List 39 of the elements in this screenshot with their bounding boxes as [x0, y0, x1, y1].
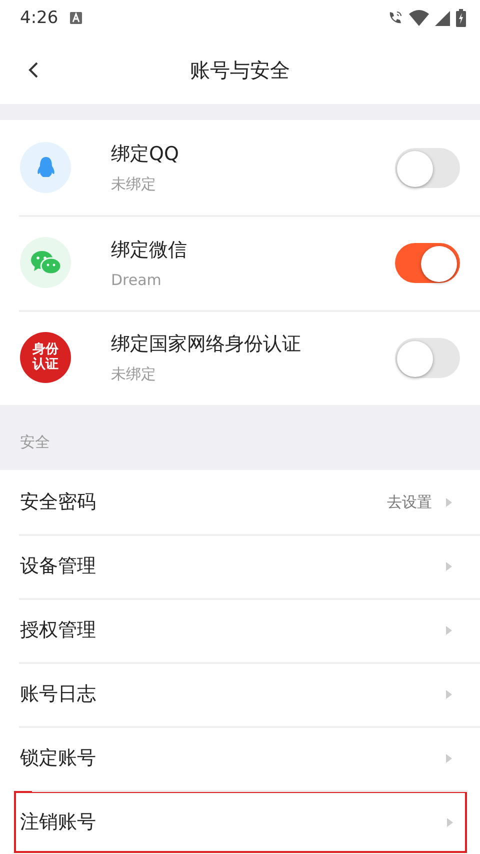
- menu-item[interactable]: 锁定账号: [0, 726, 480, 790]
- chat-bubbles-icon: [30, 250, 60, 276]
- item-label: 安全密码: [20, 490, 97, 515]
- penguin-icon: [36, 156, 56, 178]
- menu-item[interactable]: 账号日志: [0, 662, 480, 726]
- battery-icon: [456, 9, 466, 27]
- item-value: 去设置: [387, 492, 432, 512]
- toggle-switch[interactable]: [395, 242, 460, 282]
- item-label: 授权管理: [20, 618, 97, 643]
- toggle-switch[interactable]: [395, 148, 460, 188]
- toggle-switch[interactable]: [395, 338, 460, 378]
- chevron-icon: [446, 498, 452, 506]
- chevron-icon: [446, 690, 452, 698]
- section-title: 安全: [20, 433, 50, 452]
- menu-item[interactable]: 设备管理: [0, 534, 480, 598]
- chevron-icon: [447, 818, 453, 826]
- menu-item[interactable]: 授权管理: [0, 598, 480, 662]
- wifi-icon: [409, 10, 429, 26]
- signal-icon: [435, 10, 450, 26]
- chevron-icon: [446, 626, 452, 634]
- id-badge-icon: 身份认证: [20, 332, 71, 383]
- binding-title: 绑定QQ: [111, 142, 180, 167]
- item-label: 账号日志: [20, 682, 97, 707]
- binding-title: 绑定国家网络身份认证: [111, 332, 302, 357]
- binding-status: 未绑定: [111, 175, 157, 194]
- binding-status: 未绑定: [111, 365, 157, 384]
- menu-item[interactable]: 安全密码 去设置: [0, 470, 480, 534]
- binding-status: Dream: [111, 270, 162, 288]
- binding-title: 绑定微信: [111, 238, 188, 262]
- status-time: 4:26: [20, 8, 58, 28]
- call-icon: [387, 10, 403, 26]
- chevron-icon: [446, 562, 452, 570]
- chevron-icon: [446, 754, 452, 762]
- item-label: 锁定账号: [20, 746, 97, 771]
- item-label: 设备管理: [20, 554, 97, 579]
- notification-icon: [70, 12, 82, 24]
- menu-item[interactable]: 注销账号: [13, 790, 468, 854]
- item-label: 注销账号: [20, 810, 97, 835]
- page-title: 账号与安全: [190, 56, 290, 84]
